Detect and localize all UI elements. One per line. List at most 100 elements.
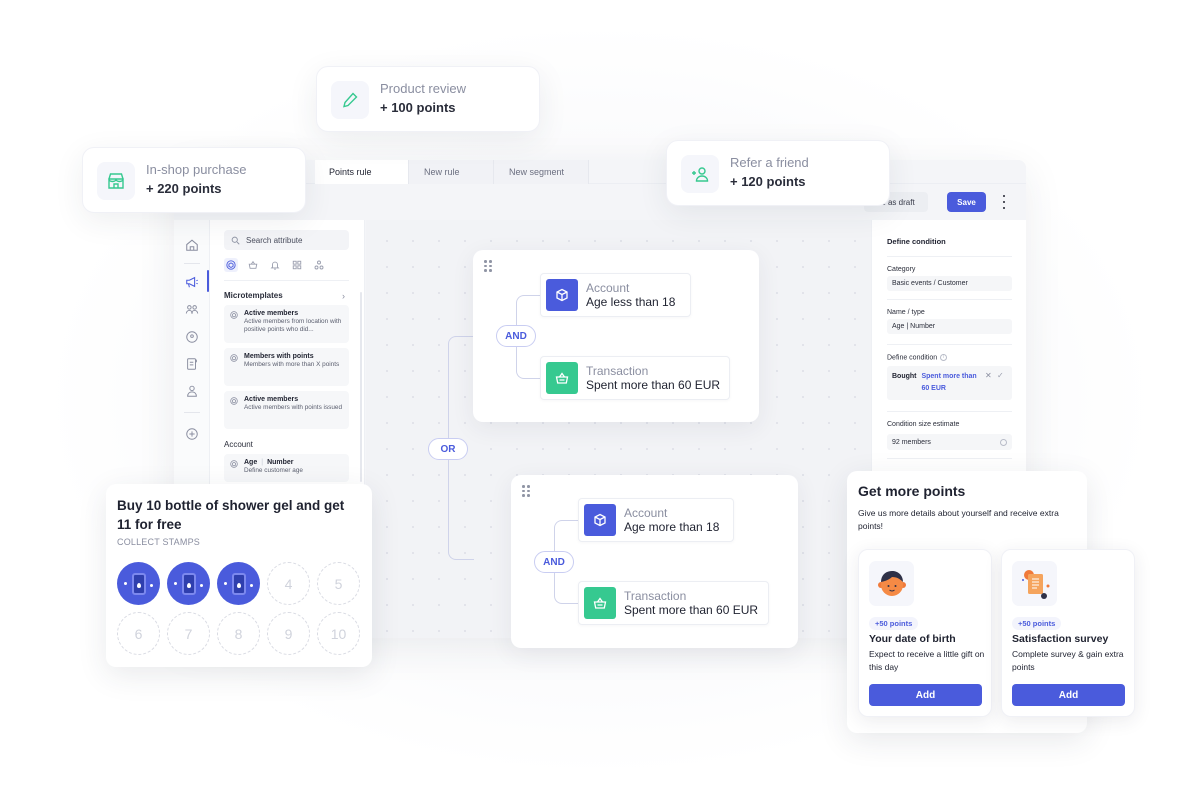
attribute-item-age[interactable]: Age | Number Define customer age: [224, 454, 349, 482]
condition-value: Spent more than 60 EUR: [624, 603, 759, 617]
stamp-empty: 5: [317, 562, 360, 605]
shop-icon: [97, 162, 135, 200]
bell-icon[interactable]: [268, 258, 282, 272]
home-icon[interactable]: [185, 238, 199, 252]
condition-verb: Bought: [892, 373, 917, 380]
points-card-refer-friend: Refer a friend + 120 points: [666, 140, 890, 206]
location-icon[interactable]: [185, 330, 199, 344]
or-operator[interactable]: OR: [428, 438, 468, 460]
estimate-label: Condition size estimate: [887, 421, 960, 428]
rule-group: AND Account Age less than 18 Transaction…: [473, 250, 759, 422]
cube-icon: [230, 354, 238, 362]
active-indicator: [207, 270, 209, 292]
condition-category: Account: [624, 506, 668, 520]
grid-icon[interactable]: [290, 258, 304, 272]
category-field[interactable]: Basic events / Customer: [887, 276, 1012, 291]
basket-icon: [546, 362, 578, 394]
shower-gel-icon: [131, 572, 146, 595]
points-badge: +50 points: [869, 617, 919, 630]
condition-card[interactable]: Transaction Spent more than 60 EUR: [578, 581, 769, 625]
save-button[interactable]: Save: [947, 192, 986, 212]
stamp-grid: 4 5 6 7 8 9 10: [117, 562, 360, 655]
shower-gel-icon: [181, 572, 196, 595]
offer-desc: Complete survey & gain extra points: [1012, 649, 1124, 672]
cube-icon: [230, 311, 238, 319]
cube-icon: [230, 397, 238, 405]
microtemplate-item[interactable]: Members with points Members with more th…: [224, 348, 349, 386]
stamp-collected: [117, 562, 160, 605]
chevron-right-icon[interactable]: ›: [342, 291, 345, 301]
megaphone-icon[interactable]: [185, 275, 199, 289]
cube-icon[interactable]: [224, 258, 238, 272]
add-satisfaction-survey-button[interactable]: Add: [1012, 684, 1125, 706]
and-operator[interactable]: AND: [496, 325, 536, 347]
cube-icon: [230, 460, 238, 468]
condition-category: Transaction: [586, 364, 649, 378]
drag-handle-icon[interactable]: [522, 485, 530, 497]
category-label: Category: [887, 266, 916, 273]
close-icon[interactable]: ✕: [985, 370, 992, 382]
pencil-icon: [331, 81, 369, 119]
search-attribute-input[interactable]: Search attribute: [224, 230, 349, 250]
basket-icon: [584, 587, 616, 619]
card-title: Refer a friend: [730, 155, 809, 170]
tab-new-segment[interactable]: New segment: [494, 160, 589, 184]
attribute-desc: Define customer age: [244, 467, 303, 474]
condition-card[interactable]: Transaction Spent more than 60 EUR: [540, 356, 730, 400]
name-type-field[interactable]: Age | Number: [887, 319, 1012, 334]
condition-card[interactable]: Account Age less than 18: [540, 273, 691, 317]
condition-value: Age less than 18: [586, 295, 676, 309]
offer-card: +50 points Your date of birth Expect to …: [858, 549, 992, 717]
microtemplate-desc: Active members from location with positi…: [244, 318, 342, 333]
cube-icon: [584, 504, 616, 536]
and-operator[interactable]: AND: [534, 551, 574, 573]
microtemplate-item[interactable]: Active members Active members from locat…: [224, 305, 349, 343]
condition-value: Spent more than 60 EUR: [586, 378, 721, 392]
microtemplate-desc: Active members with points issued: [244, 404, 343, 411]
panel-heading: Define condition: [887, 237, 946, 246]
get-more-points-description: Give us more details about yourself and …: [858, 508, 1059, 531]
info-icon[interactable]: i: [940, 354, 948, 361]
name-type-label: Name / type: [887, 309, 925, 316]
drag-handle-icon[interactable]: [484, 260, 492, 272]
condition-value: Age more than 18: [624, 520, 720, 534]
stamp-empty: 8: [217, 612, 260, 655]
survey-document-icon: [1012, 561, 1057, 606]
tab-new-rule[interactable]: New rule: [409, 160, 494, 184]
card-title: Product review: [380, 81, 466, 96]
card-title: In-shop purchase: [146, 162, 247, 177]
points-card-in-shop: In-shop purchase + 220 points: [82, 147, 306, 213]
attribute-scrollbar[interactable]: [360, 292, 362, 482]
stamp-empty: 9: [267, 612, 310, 655]
user-icon[interactable]: [185, 384, 199, 398]
offer-card: +50 points Satisfaction survey Complete …: [1001, 549, 1135, 717]
estimate-field: 92 members: [887, 434, 1012, 450]
offer-desc: Expect to receive a little gift on this …: [869, 649, 985, 672]
nodes-icon[interactable]: [312, 258, 326, 272]
basket-icon[interactable]: [246, 258, 260, 272]
more-vertical-icon[interactable]: [1000, 193, 1008, 211]
cube-icon: [546, 279, 578, 311]
stamp-empty: 6: [117, 612, 160, 655]
check-icon[interactable]: ✓: [997, 370, 1004, 382]
microtemplates-heading: Microtemplates: [224, 291, 283, 300]
condition-value: Spent more than 60 EUR: [921, 373, 977, 392]
estimate-value: 92 members: [892, 438, 931, 446]
refresh-icon[interactable]: [1000, 439, 1007, 446]
microtemplate-item[interactable]: Active members Active members with point…: [224, 391, 349, 429]
microtemplate-desc: Members with more than X points: [244, 361, 340, 368]
card-points: + 220 points: [146, 181, 222, 196]
stamp-card-subtitle: COLLECT STAMPS: [117, 537, 200, 547]
rule-group: AND Account Age more than 18 Transaction…: [511, 475, 798, 648]
condition-card[interactable]: Account Age more than 18: [578, 498, 734, 542]
condition-editor[interactable]: Bought Spent more than 60 EUR ✕ ✓: [887, 366, 1012, 400]
document-icon[interactable]: [185, 357, 199, 371]
stamp-empty: 10: [317, 612, 360, 655]
add-circle-icon[interactable]: [185, 427, 199, 441]
members-icon[interactable]: [185, 303, 199, 317]
add-date-of-birth-button[interactable]: Add: [869, 684, 982, 706]
face-avatar-icon: [869, 561, 914, 606]
tab-points-rule[interactable]: Points rule: [315, 160, 409, 184]
stamp-card-title: Buy 10 bottle of shower gel and get 11 f…: [117, 498, 345, 532]
get-more-points-card: Get more points Give us more details abo…: [847, 471, 1135, 733]
